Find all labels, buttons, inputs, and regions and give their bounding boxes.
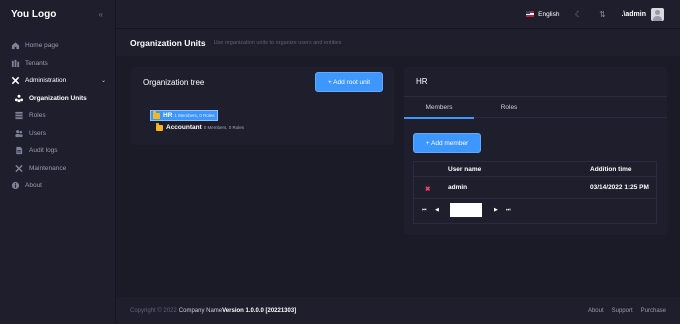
cell-addition-time: 03/14/2022 1:25 PM xyxy=(590,184,649,191)
tab-members[interactable]: Members xyxy=(404,97,474,119)
collapse-sidebar-icon[interactable]: « xyxy=(99,10,103,19)
chevron-down-icon: ⌄ xyxy=(100,78,106,84)
add-member-button[interactable]: + Add member xyxy=(413,133,481,153)
tree-node-meta: 1 Members, 0 Roles xyxy=(174,113,215,118)
company-name: Company Name xyxy=(178,307,223,314)
delete-icon[interactable]: ✖ xyxy=(425,185,430,193)
sidebar-item-about[interactable]: About xyxy=(0,177,115,195)
tree-node-name: Accountant xyxy=(166,124,202,131)
tools-icon xyxy=(10,76,20,86)
sidebar-item-label: Roles xyxy=(29,112,46,120)
sidebar-item-tenants[interactable]: Tenants xyxy=(0,55,115,73)
sidebar-item-maintenance[interactable]: Maintenance xyxy=(0,160,115,178)
sidebar-item-roles[interactable]: Roles xyxy=(0,107,115,125)
sidebar-item-label: About xyxy=(25,182,42,190)
sidebar-item-label: Organization Units xyxy=(29,94,87,102)
page-title: Organization Units xyxy=(130,37,206,48)
tree-node-meta: 0 Members, 0 Roles xyxy=(203,125,245,130)
sidebar: You Logo « Home page Tenants Administrat… xyxy=(0,0,116,324)
table-header: User name Addition time xyxy=(414,162,656,177)
home-icon xyxy=(10,41,20,51)
username[interactable]: .\admin xyxy=(621,11,646,18)
table-row: ✖ admin 03/14/2022 1:25 PM xyxy=(414,177,656,198)
sidebar-item-organization-units[interactable]: Organization Units xyxy=(0,90,115,108)
column-header-addition-time[interactable]: Addition time xyxy=(590,166,632,173)
add-root-unit-button[interactable]: + Add root unit xyxy=(315,72,383,92)
folder-icon xyxy=(156,123,163,131)
sort-icon[interactable]: ⇅ xyxy=(597,10,607,19)
organization-tree-card: Organization tree + Add root unit HR 1 M… xyxy=(131,67,394,145)
file-icon xyxy=(14,146,24,156)
cell-user-name: admin xyxy=(448,184,468,191)
sidebar-item-label: Tenants xyxy=(25,59,48,67)
page-header: Organization Units Use organization unit… xyxy=(116,29,680,56)
next-page-icon[interactable]: ▶ xyxy=(494,207,498,213)
sidebar-item-label: Home page xyxy=(25,42,59,50)
sidebar-item-label: Administration xyxy=(25,77,67,85)
sidebar-nav: Home page Tenants Administration ⌄ Organ… xyxy=(0,37,115,195)
org-units-icon xyxy=(14,93,24,103)
wrench-icon xyxy=(14,163,24,173)
topbar: English ☾ ⇅ .\admin xyxy=(116,0,680,29)
copyright: Copyright © 2022 xyxy=(130,307,177,314)
users-icon xyxy=(14,128,24,138)
tree-node-hr[interactable]: HR 1 Members, 0 Roles xyxy=(150,110,218,121)
unit-detail-card: HR Members Roles + Add member User name … xyxy=(404,67,667,235)
footer-links: About Support Purchase xyxy=(588,308,666,314)
avatar[interactable] xyxy=(651,7,664,21)
version: Version 1.0.0.0 [20221303] xyxy=(222,307,297,314)
members-table: User name Addition time ✖ admin 03/14/20… xyxy=(413,161,657,224)
sidebar-item-label: Audit logs xyxy=(29,147,58,155)
tree-node-name: HR xyxy=(163,112,173,119)
footer-link-support[interactable]: Support xyxy=(612,308,633,314)
first-page-icon[interactable]: ⏮ xyxy=(422,207,427,213)
column-header-user-name[interactable]: User name xyxy=(448,166,481,173)
page-number-input[interactable] xyxy=(450,203,482,217)
detail-tabs: Members Roles xyxy=(404,96,667,119)
sidebar-item-home[interactable]: Home page xyxy=(0,37,115,55)
folder-icon xyxy=(153,111,160,119)
info-icon xyxy=(10,181,20,191)
previous-page-icon[interactable]: ◀ xyxy=(435,207,439,213)
sidebar-item-label: Users xyxy=(29,129,46,137)
logo[interactable]: You Logo xyxy=(11,9,56,20)
footer: Copyright © 2022 Company Name Version 1.… xyxy=(116,297,680,324)
page-description: Use organization units to organize users… xyxy=(213,39,342,46)
sidebar-item-label: Maintenance xyxy=(29,164,67,172)
tab-roles[interactable]: Roles xyxy=(474,97,544,118)
us-flag-icon xyxy=(526,11,535,17)
pagination: ⏮ ◀ ▶ ⏭ xyxy=(414,198,656,224)
sidebar-item-users[interactable]: Users xyxy=(0,125,115,143)
sidebar-item-administration[interactable]: Administration ⌄ xyxy=(0,72,115,90)
roles-icon xyxy=(14,111,24,121)
footer-link-purchase[interactable]: Purchase xyxy=(641,308,666,314)
language-label: English xyxy=(538,10,560,18)
last-page-icon[interactable]: ⏭ xyxy=(506,207,511,213)
brand: You Logo « xyxy=(0,0,115,29)
moon-icon[interactable]: ☾ xyxy=(573,10,583,19)
language-selector[interactable]: English xyxy=(526,11,559,18)
unit-detail-title: HR xyxy=(416,77,428,86)
footer-link-about[interactable]: About xyxy=(588,308,604,314)
grid-icon xyxy=(10,58,20,68)
tree-node-accountant[interactable]: Accountant 0 Members, 0 Roles xyxy=(154,122,246,133)
organization-tree-title: Organization tree xyxy=(143,78,205,87)
sidebar-item-audit-logs[interactable]: Audit logs xyxy=(0,142,115,160)
